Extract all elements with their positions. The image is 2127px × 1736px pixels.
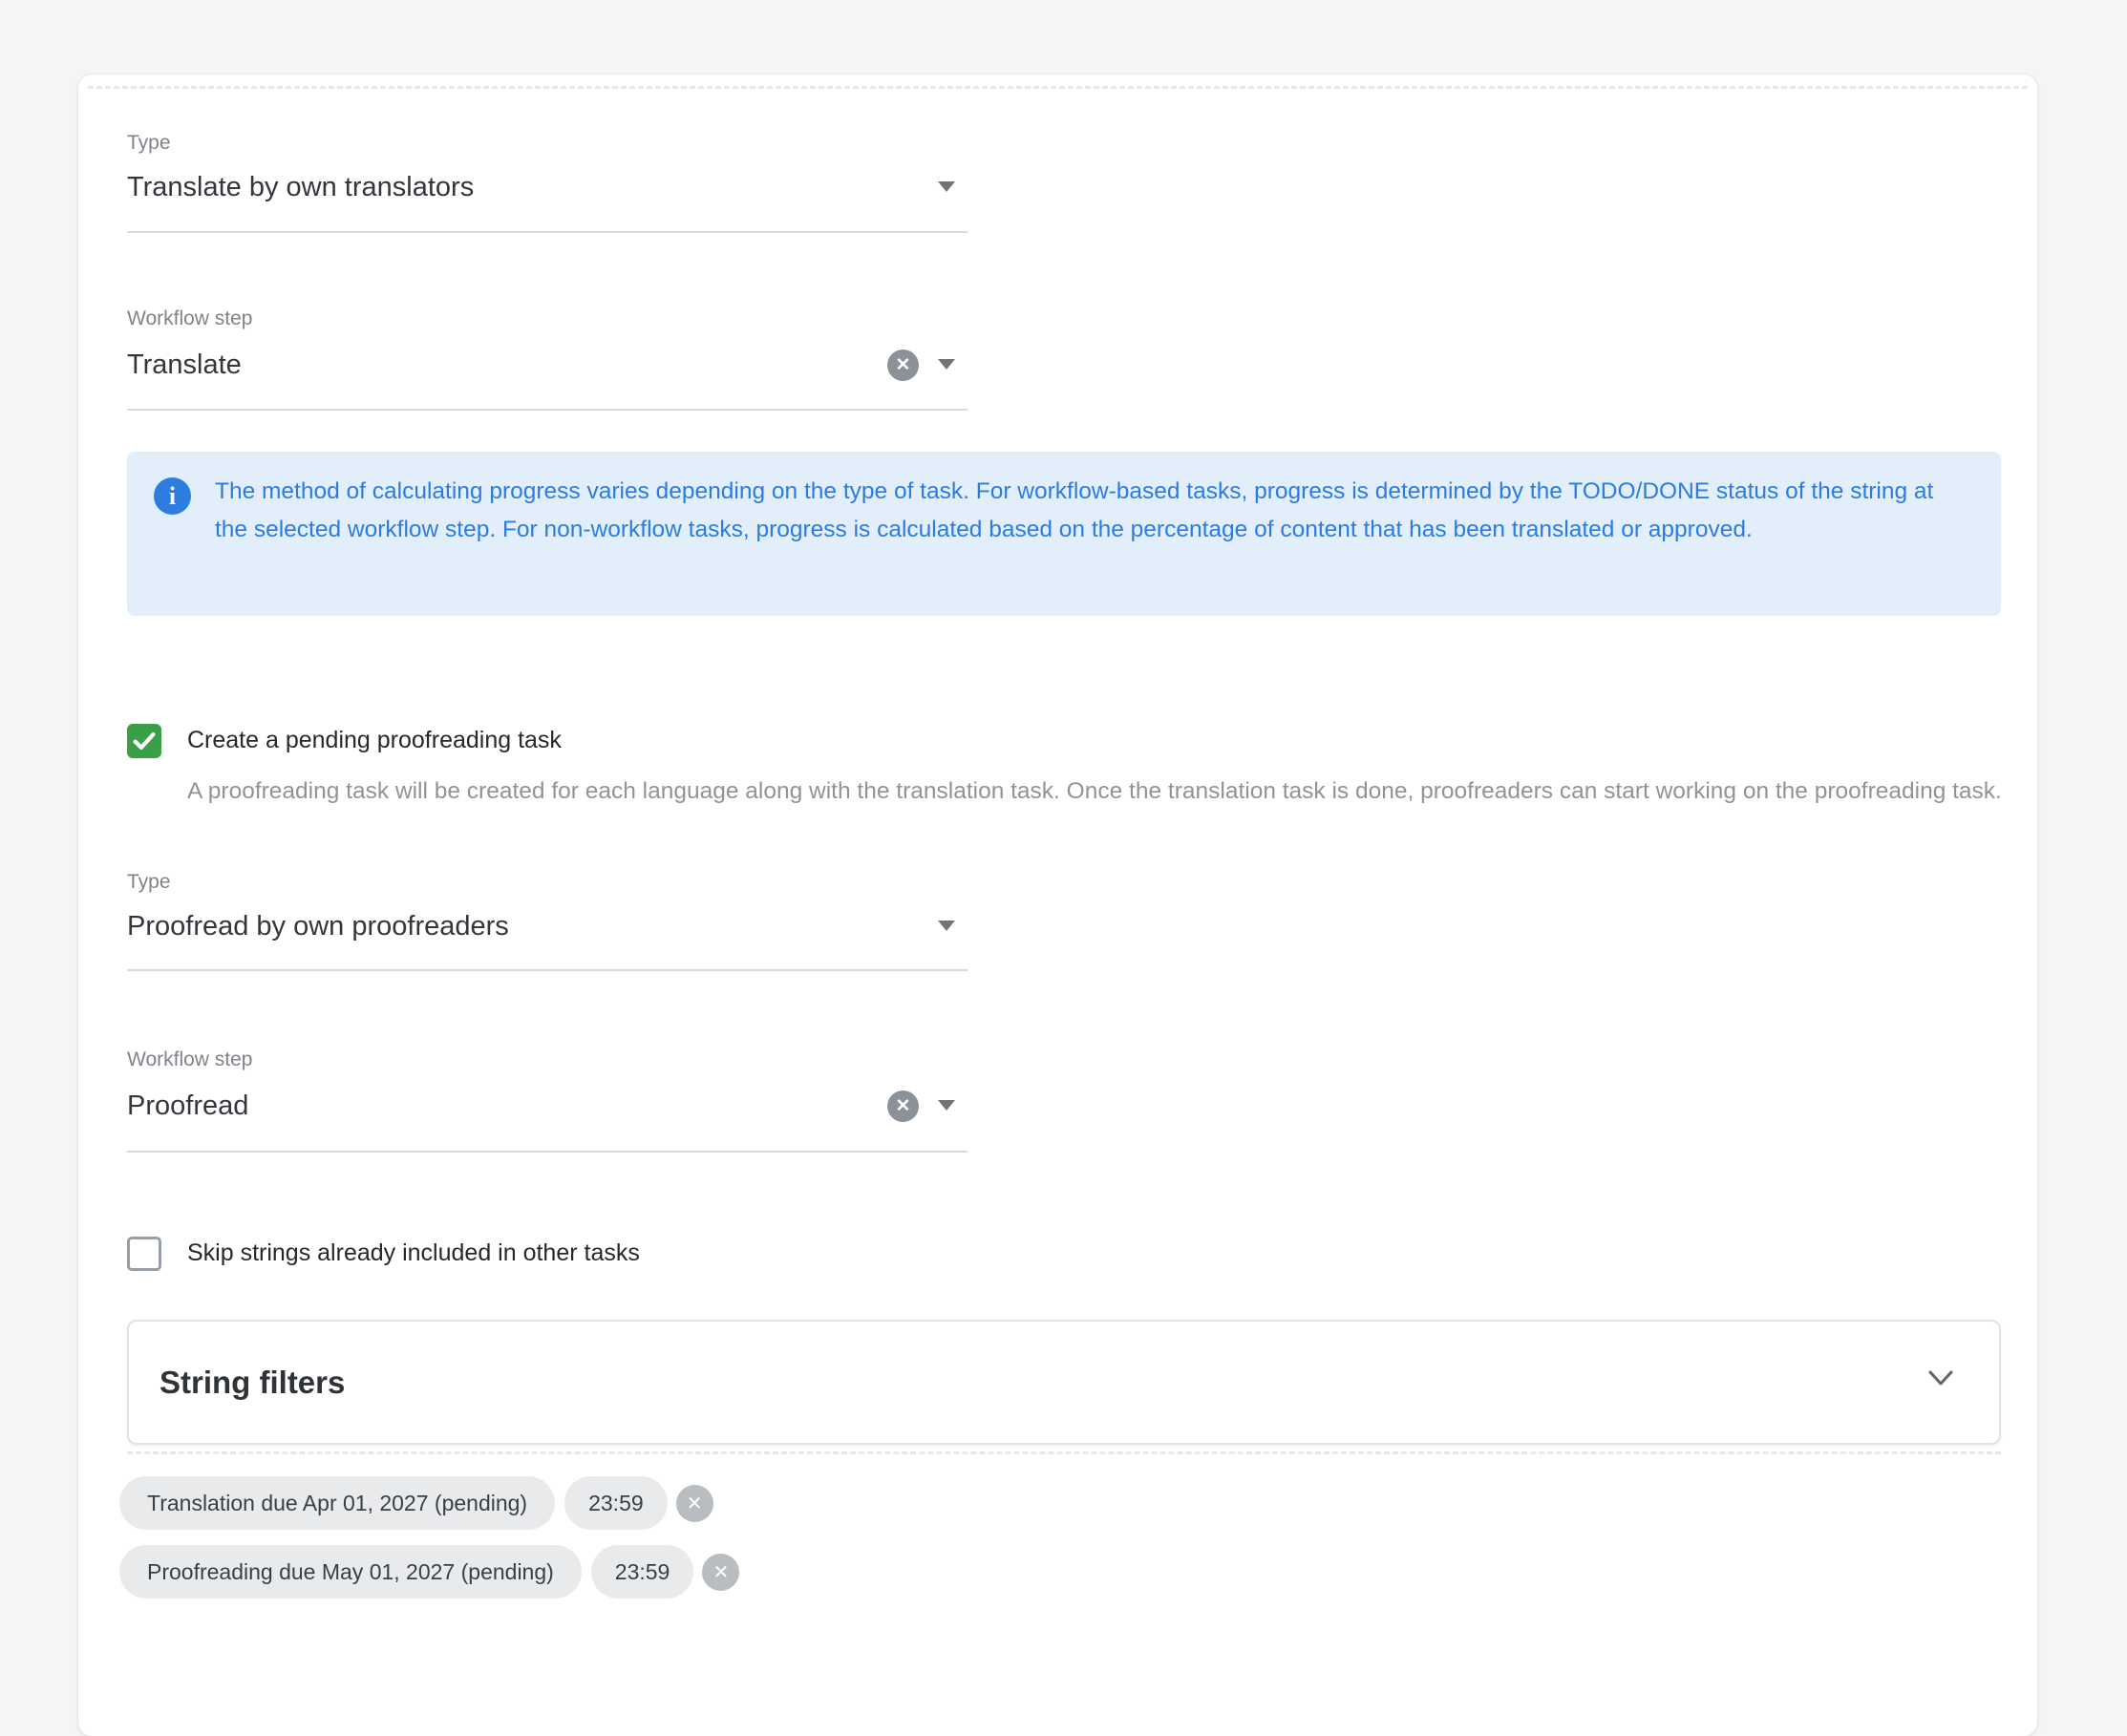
chevron-down-icon[interactable] (938, 359, 955, 370)
chevron-down-icon[interactable] (938, 1100, 955, 1111)
chevron-down-icon[interactable] (1926, 1369, 1955, 1388)
proofreading-due-chip-row: Proofreading due May 01, 2027 (pending) … (119, 1545, 739, 1598)
proofreading-workflow-label: Workflow step (127, 1048, 253, 1071)
proofreading-type-label: Type (127, 871, 171, 894)
translation-due-time-chip[interactable]: 23:59 (564, 1476, 668, 1530)
progress-info-text: The method of calculating progress varie… (215, 473, 1934, 549)
field-underline (127, 409, 968, 411)
create-proofreading-description: A proofreading task will be created for … (187, 772, 2002, 812)
field-underline (127, 969, 968, 971)
string-filters-title: String filters (160, 1322, 345, 1443)
proofreading-workflow-select[interactable]: Proofread (127, 1085, 968, 1127)
task-form-card: Type Translate by own translators Workfl… (78, 74, 2037, 1736)
proofreading-due-time-chip[interactable]: 23:59 (591, 1545, 694, 1598)
translation-workflow-label: Workflow step (127, 307, 253, 330)
proofreading-type-select[interactable]: Proofread by own proofreaders (127, 905, 968, 947)
chevron-down-icon[interactable] (938, 921, 955, 931)
create-proofreading-checkbox[interactable] (127, 724, 161, 758)
clear-icon[interactable]: ✕ (887, 349, 919, 381)
checkmark-icon (130, 727, 159, 755)
translation-workflow-select[interactable]: Translate (127, 344, 968, 386)
translation-due-chip-row: Translation due Apr 01, 2027 (pending) 2… (119, 1476, 713, 1530)
info-icon: i (154, 477, 191, 515)
clear-icon[interactable]: ✕ (887, 1090, 919, 1122)
dashed-divider-top (88, 86, 2028, 89)
dashed-divider-bottom (127, 1451, 2001, 1454)
skip-strings-checkbox[interactable] (127, 1237, 161, 1271)
progress-info-banner: i The method of calculating progress var… (127, 452, 2001, 616)
translation-due-chip[interactable]: Translation due Apr 01, 2027 (pending) (119, 1476, 555, 1530)
string-filters-panel[interactable]: String filters (127, 1320, 2001, 1445)
translation-type-label: Type (127, 132, 171, 155)
field-underline (127, 1151, 968, 1153)
create-proofreading-label[interactable]: Create a pending proofreading task (187, 727, 562, 754)
chevron-down-icon[interactable] (938, 181, 955, 192)
skip-strings-label[interactable]: Skip strings already included in other t… (187, 1239, 640, 1267)
field-underline (127, 231, 968, 233)
translation-type-select[interactable]: Translate by own translators (127, 166, 968, 208)
remove-icon[interactable]: ✕ (702, 1554, 739, 1591)
proofreading-due-chip[interactable]: Proofreading due May 01, 2027 (pending) (119, 1545, 582, 1598)
remove-icon[interactable]: ✕ (676, 1485, 713, 1522)
